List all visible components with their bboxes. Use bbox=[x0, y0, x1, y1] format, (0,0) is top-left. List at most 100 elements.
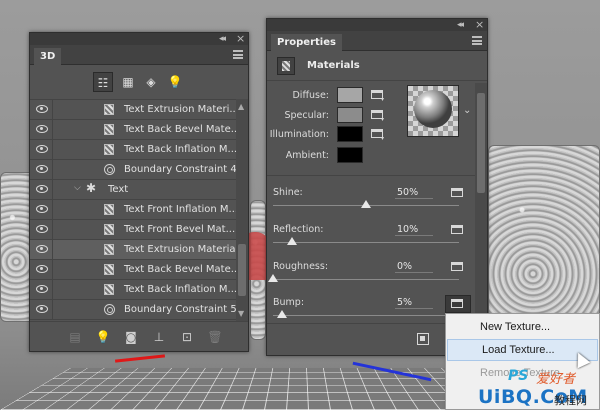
eye-icon[interactable] bbox=[36, 225, 48, 233]
specular-label: Specular: bbox=[284, 110, 329, 121]
whole-scene-icon[interactable]: ☷ bbox=[93, 72, 113, 92]
mesh-icon: ✱ bbox=[86, 181, 97, 195]
layer-name: Text Back Inflation M... bbox=[124, 144, 238, 155]
layer-row[interactable]: Text Front Inflation M... bbox=[30, 200, 248, 220]
layer-row[interactable]: Text Back Bevel Mate... bbox=[30, 120, 248, 140]
illumination-swatch[interactable] bbox=[337, 126, 363, 142]
material-icon[interactable] bbox=[277, 57, 295, 75]
eye-icon[interactable] bbox=[36, 145, 48, 153]
material-preview[interactable] bbox=[407, 85, 459, 137]
ground-plane-icon[interactable]: ⊥ bbox=[150, 328, 168, 346]
material-icon bbox=[104, 264, 114, 275]
eye-icon[interactable] bbox=[36, 185, 48, 193]
slider-thumb[interactable] bbox=[277, 310, 288, 318]
twirl-down-icon[interactable]: ⌵ bbox=[74, 183, 81, 193]
slider-thumb[interactable] bbox=[361, 200, 371, 208]
render-icon[interactable] bbox=[417, 333, 429, 345]
illumination-row: Illumination: ▾ bbox=[267, 126, 397, 144]
eye-icon[interactable] bbox=[36, 285, 48, 293]
diffuse-swatch[interactable] bbox=[337, 87, 363, 103]
close-icon[interactable]: × bbox=[475, 18, 484, 31]
light-icon[interactable]: 💡 bbox=[165, 72, 185, 92]
layer-row[interactable]: Text Back Inflation M... bbox=[30, 280, 248, 300]
collapse-icon[interactable]: ◂◂ bbox=[457, 20, 464, 30]
layer-name: Text bbox=[108, 184, 129, 195]
reflection-value[interactable]: 10% bbox=[395, 224, 433, 236]
properties-scrollbar[interactable] bbox=[475, 83, 487, 315]
ambient-label: Ambient: bbox=[285, 150, 329, 161]
material-icon[interactable]: ◈ bbox=[141, 72, 161, 92]
layer-row-group[interactable]: ⌵ ✱ Text bbox=[30, 180, 248, 200]
close-icon[interactable]: × bbox=[236, 32, 245, 45]
render-settings-icon[interactable]: ▤ bbox=[66, 328, 84, 346]
layer-row[interactable]: Text Back Inflation M... bbox=[30, 140, 248, 160]
material-icon bbox=[104, 124, 114, 135]
layer-list-scrollbar[interactable]: ▲ ▼ bbox=[236, 99, 248, 321]
roughness-value[interactable]: 0% bbox=[395, 261, 433, 273]
shine-slider: Shine: 50% bbox=[267, 185, 473, 223]
material-sphere bbox=[414, 90, 452, 128]
add-light-icon[interactable]: 💡 bbox=[94, 328, 112, 346]
watermark-cn2: 教程网 bbox=[554, 394, 587, 407]
layer-row[interactable]: Text Front Bevel Mat... bbox=[30, 220, 248, 240]
scene-layer-list: Text Extrusion Materi... Text Back Bevel… bbox=[30, 99, 248, 321]
tab-3d[interactable]: 3D bbox=[34, 48, 62, 65]
layer-row[interactable]: Boundary Constraint 5 bbox=[30, 300, 248, 320]
slider-thumb[interactable] bbox=[286, 237, 297, 245]
slider-thumb[interactable] bbox=[268, 274, 278, 282]
menu-item-new-texture[interactable]: New Texture... bbox=[446, 317, 599, 337]
folder-icon[interactable] bbox=[451, 225, 463, 234]
eye-icon[interactable] bbox=[36, 265, 48, 273]
watermark: PS 爱好者 UiBQ.CoM 教程网 bbox=[478, 366, 600, 410]
mesh-icon[interactable]: ▦ bbox=[118, 72, 138, 92]
specular-swatch[interactable] bbox=[337, 107, 363, 123]
tab-properties[interactable]: Properties bbox=[271, 34, 342, 51]
eye-icon[interactable] bbox=[36, 125, 48, 133]
trash-icon[interactable]: 🗑 bbox=[206, 328, 224, 346]
layer-name: Boundary Constraint 4 bbox=[124, 164, 237, 175]
layer-name: Text Extrusion Materi... bbox=[124, 104, 239, 115]
scroll-up-icon[interactable]: ▲ bbox=[238, 102, 244, 111]
folder-icon[interactable] bbox=[451, 262, 463, 271]
constraint-icon bbox=[104, 304, 115, 315]
scroll-thumb[interactable] bbox=[477, 93, 485, 193]
panel-menu-icon[interactable] bbox=[233, 50, 243, 59]
panel-topbar: ◂◂ × bbox=[267, 18, 487, 31]
ambient-row: Ambient: bbox=[267, 147, 397, 165]
constraint-icon bbox=[104, 164, 115, 175]
bump-folder-icon[interactable] bbox=[451, 299, 463, 308]
drop-to-plane-icon[interactable]: ⊡ bbox=[178, 328, 196, 346]
layer-row[interactable]: Text Back Bevel Mate... bbox=[30, 260, 248, 280]
properties-header: Materials bbox=[267, 51, 487, 81]
chevron-down-icon: ▾ bbox=[381, 135, 385, 142]
scroll-thumb[interactable] bbox=[238, 244, 246, 296]
watermark-ps: PS bbox=[508, 368, 529, 384]
layer-name: Text Front Inflation M... bbox=[124, 204, 239, 215]
slider-track[interactable] bbox=[273, 242, 459, 243]
ambient-swatch[interactable] bbox=[337, 147, 363, 163]
layer-row-selected[interactable]: Text Extrusion Material bbox=[30, 240, 248, 260]
new-constraint-icon[interactable]: ◙ bbox=[122, 328, 140, 346]
folder-icon[interactable] bbox=[451, 188, 463, 197]
layer-row[interactable]: Text Extrusion Materi... bbox=[30, 100, 248, 120]
scroll-down-icon[interactable]: ▼ bbox=[238, 309, 244, 318]
shine-value[interactable]: 50% bbox=[395, 187, 433, 199]
panel-menu-icon[interactable] bbox=[472, 36, 482, 45]
collapse-icon[interactable]: ◂◂ bbox=[219, 34, 226, 44]
slider-track[interactable] bbox=[273, 279, 459, 280]
eye-icon[interactable] bbox=[36, 305, 48, 313]
bump-value[interactable]: 5% bbox=[395, 297, 433, 309]
reflection-label: Reflection: bbox=[273, 224, 324, 235]
layer-name: Boundary Constraint 5 bbox=[124, 304, 237, 315]
roughness-slider: Roughness: 0% bbox=[267, 259, 473, 297]
bump-label: Bump: bbox=[273, 297, 305, 308]
eye-icon[interactable] bbox=[36, 245, 48, 253]
slider-track[interactable] bbox=[273, 315, 459, 316]
chevron-down-icon[interactable]: ⌄ bbox=[463, 105, 471, 116]
layer-row[interactable]: Boundary Constraint 4 bbox=[30, 160, 248, 180]
shine-label: Shine: bbox=[273, 187, 303, 198]
filter-bar: ☷ ▦ ◈ 💡 bbox=[30, 65, 248, 99]
eye-icon[interactable] bbox=[36, 205, 48, 213]
eye-icon[interactable] bbox=[36, 105, 48, 113]
eye-icon[interactable] bbox=[36, 165, 48, 173]
